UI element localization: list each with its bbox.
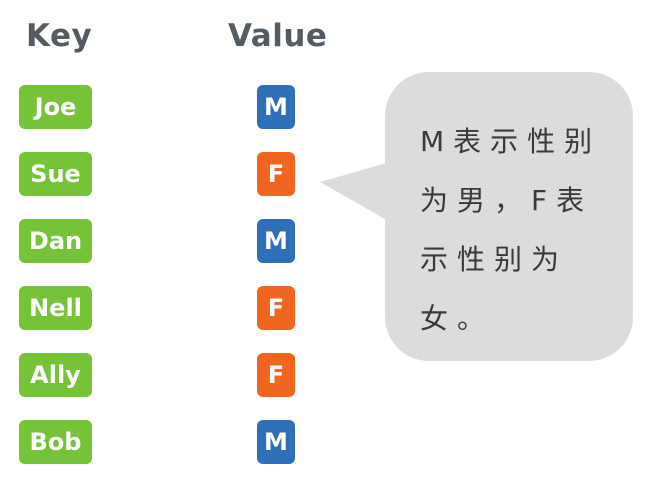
key-value-row: Joe M: [0, 85, 340, 129]
speech-bubble-text: M表示性别为男，F表示性别为女。: [420, 125, 602, 335]
value-badge: M: [257, 85, 295, 129]
key-pill: Joe: [19, 85, 92, 129]
key-value-row: Nell F: [0, 286, 340, 330]
key-value-row: Bob M: [0, 420, 340, 464]
speech-bubble-tail-shape: [320, 162, 390, 222]
speech-bubble-tail: [320, 162, 390, 222]
key-pill: Ally: [19, 353, 92, 397]
key-column-header: Key: [26, 18, 93, 54]
key-pill: Sue: [19, 152, 92, 196]
value-column-header: Value: [228, 18, 328, 54]
value-badge: M: [257, 219, 295, 263]
value-badge: F: [257, 353, 295, 397]
key-pill: Nell: [19, 286, 92, 330]
value-badge: F: [257, 286, 295, 330]
key-pill: Dan: [19, 219, 92, 263]
key-value-row: Sue F: [0, 152, 340, 196]
value-badge: M: [257, 420, 295, 464]
key-pill: Bob: [19, 420, 92, 464]
key-value-row: Dan M: [0, 219, 340, 263]
key-value-row: Ally F: [0, 353, 340, 397]
value-badge: F: [257, 152, 295, 196]
